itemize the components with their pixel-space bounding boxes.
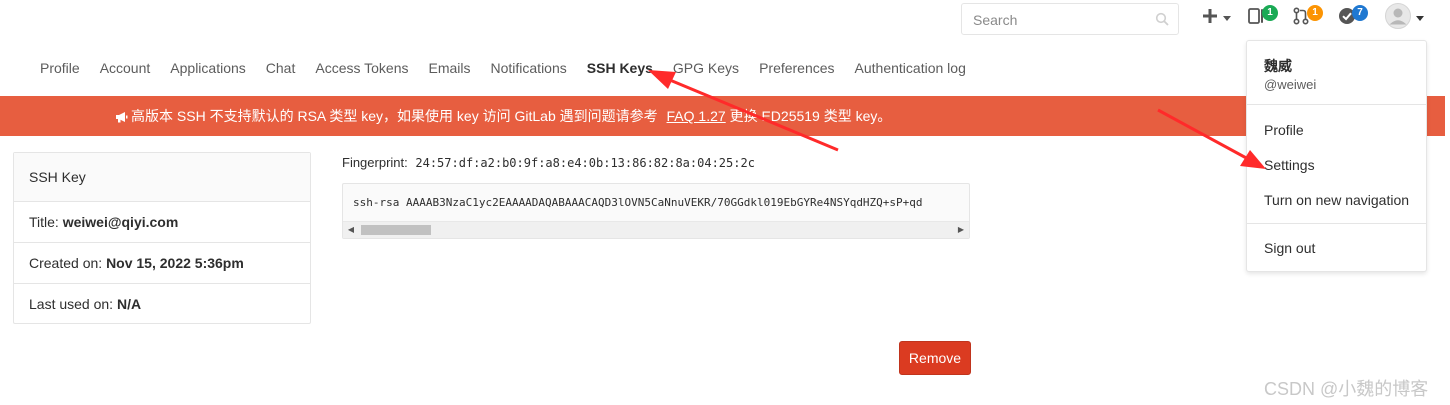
issues-badge: 1 <box>1262 5 1278 21</box>
remove-button[interactable]: Remove <box>899 341 971 375</box>
card-header: SSH Key <box>14 153 310 202</box>
scrollbar-thumb[interactable] <box>361 225 431 235</box>
watermark: CSDN @小魏的博客 <box>1264 379 1429 399</box>
avatar <box>1385 2 1411 34</box>
new-menu-button[interactable] <box>1201 5 1231 31</box>
horizontal-scrollbar[interactable]: ◀ ▶ <box>343 221 969 238</box>
public-key-block: ssh-rsa AAAAB3NzaC1yc2EAAAADAQABAAACAQD3… <box>342 183 970 239</box>
tab-authentication-log[interactable]: Authentication log <box>845 56 976 80</box>
caret-down-icon <box>1416 9 1424 27</box>
fingerprint-label: Fingerprint: <box>342 155 408 170</box>
key-created-label: Created on: <box>29 255 103 271</box>
tab-access-tokens[interactable]: Access Tokens <box>305 56 418 80</box>
settings-tabs: Profile Account Applications Chat Access… <box>30 56 976 80</box>
broadcast-banner: 高版本 SSH 不支持默认的 RSA 类型 key，如果使用 key 访问 Gi… <box>0 96 1445 136</box>
menu-divider <box>1247 223 1426 224</box>
bullhorn-icon <box>115 98 128 138</box>
tab-ssh-keys[interactable]: SSH Keys <box>577 56 663 80</box>
key-title-label: Title: <box>29 214 59 230</box>
menu-divider <box>1247 104 1426 105</box>
broadcast-text: 高版本 SSH 不支持默认的 RSA 类型 key，如果使用 key 访问 Gi… <box>131 108 658 124</box>
tab-account[interactable]: Account <box>90 56 161 80</box>
user-dropdown-menu: 魏威 @weiwei Profile Settings Turn on new … <box>1246 40 1427 272</box>
merge-requests-button[interactable] <box>1293 5 1309 31</box>
key-created-row: Created on: Nov 15, 2022 5:36pm <box>14 243 310 284</box>
menu-item-new-navigation[interactable]: Turn on new navigation <box>1264 192 1409 208</box>
search-icon <box>1155 12 1169 31</box>
plus-icon <box>1201 7 1219 30</box>
scroll-left-icon[interactable]: ◀ <box>343 222 359 238</box>
user-display-name: 魏威 <box>1264 58 1292 74</box>
key-created-value: Nov 15, 2022 5:36pm <box>106 255 244 271</box>
fingerprint: Fingerprint: 24:57:df:a2:b0:9f:a8:e4:0b:… <box>342 155 755 170</box>
key-title-row: Title: weiwei@qiyi.com <box>14 202 310 243</box>
menu-item-settings[interactable]: Settings <box>1264 157 1315 173</box>
search-box[interactable] <box>961 3 1179 35</box>
menu-item-sign-out[interactable]: Sign out <box>1264 240 1315 256</box>
tab-emails[interactable]: Emails <box>418 56 480 80</box>
key-last-used-row: Last used on: N/A <box>14 284 310 324</box>
scroll-right-icon[interactable]: ▶ <box>953 222 969 238</box>
tab-profile[interactable]: Profile <box>30 56 90 80</box>
key-last-used-label: Last used on: <box>29 296 114 312</box>
tab-applications[interactable]: Applications <box>160 56 256 80</box>
issues-button[interactable] <box>1248 5 1264 31</box>
todos-badge: 7 <box>1352 5 1368 21</box>
broadcast-text-suffix: 更换 ED25519 类型 key。 <box>729 108 892 124</box>
tab-gpg-keys[interactable]: GPG Keys <box>663 56 749 80</box>
caret-down-icon <box>1223 9 1231 27</box>
key-title-value: weiwei@qiyi.com <box>62 214 179 230</box>
menu-item-profile[interactable]: Profile <box>1264 122 1304 138</box>
tab-chat[interactable]: Chat <box>256 56 306 80</box>
merge-requests-badge: 1 <box>1307 5 1323 21</box>
tab-notifications[interactable]: Notifications <box>481 56 577 80</box>
search-input[interactable] <box>971 5 1155 35</box>
key-last-used-value: N/A <box>116 296 142 312</box>
tab-preferences[interactable]: Preferences <box>749 56 844 80</box>
ssh-key-card: SSH Key Title: weiwei@qiyi.com Created o… <box>13 152 311 324</box>
faq-link[interactable]: FAQ 1.27 <box>667 108 726 124</box>
fingerprint-value: 24:57:df:a2:b0:9f:a8:e4:0b:13:86:82:8a:0… <box>415 156 755 170</box>
public-key-text: ssh-rsa AAAAB3NzaC1yc2EAAAADAQABAAACAQD3… <box>353 196 923 209</box>
user-menu-toggle[interactable] <box>1385 2 1424 34</box>
user-username: @weiwei <box>1264 77 1317 92</box>
